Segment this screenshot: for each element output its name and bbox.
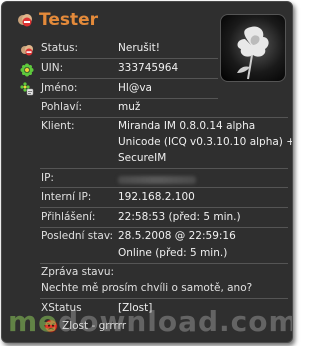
contact-name-title: Tester bbox=[39, 10, 99, 30]
title-bar: Tester bbox=[17, 8, 98, 32]
divider bbox=[40, 207, 288, 208]
login-label: Přihlášení: bbox=[41, 211, 96, 223]
xstatus-value: [Zlost] bbox=[118, 302, 153, 314]
status-label: Status: bbox=[41, 42, 78, 54]
xstatus-detail: Zlost - grrrrr bbox=[62, 320, 127, 332]
uin-label: UIN: bbox=[41, 62, 64, 74]
ip-label: IP: bbox=[41, 172, 54, 184]
contact-icon bbox=[20, 82, 34, 96]
name-value: Hl@va bbox=[118, 82, 152, 94]
divider bbox=[40, 168, 288, 169]
avatar bbox=[220, 14, 286, 82]
status-message-text: Nechte mě prosím chvíli o samotě, ano? bbox=[41, 282, 253, 294]
angry-face-icon bbox=[44, 319, 58, 333]
divider bbox=[40, 58, 218, 59]
tooltip-panel: Tester Status: Nerušit! UIN: 333745964 J… bbox=[1, 1, 293, 343]
ip-redacted bbox=[118, 176, 196, 184]
gender-value: muž bbox=[118, 101, 141, 113]
status-message-label: Zpráva stavu: bbox=[41, 266, 115, 278]
last-status-state: Online (před: 5 min.) bbox=[118, 247, 228, 259]
icq-flower-icon bbox=[20, 63, 34, 77]
uin-value: 333745964 bbox=[118, 62, 179, 74]
divider bbox=[40, 298, 288, 299]
internal-ip-value: 192.168.2.100 bbox=[118, 191, 195, 203]
client-label: Klient: bbox=[41, 120, 75, 132]
status-dnd-icon bbox=[18, 14, 32, 27]
internal-ip-label: Interní IP: bbox=[41, 191, 92, 203]
login-value: 22:58:53 (před: 5 min.) bbox=[118, 211, 241, 223]
last-status-date: 28.5.2008 @ 22:59:16 bbox=[118, 230, 236, 242]
divider bbox=[40, 227, 288, 228]
status-value: Nerušit! bbox=[118, 42, 160, 54]
last-status-label: Poslední stav: bbox=[41, 230, 114, 242]
divider bbox=[40, 263, 288, 264]
status-dnd-small-icon bbox=[21, 45, 33, 56]
divider bbox=[40, 98, 218, 99]
name-label: Jméno: bbox=[41, 82, 78, 94]
divider bbox=[40, 187, 288, 188]
gender-label: Pohlaví: bbox=[41, 101, 83, 113]
client-line-1: Miranda IM 0.8.0.14 alpha bbox=[118, 120, 256, 132]
divider bbox=[40, 117, 288, 118]
client-line-2: Unicode (ICQ v0.3.10.10 alpha) + bbox=[118, 136, 293, 148]
client-line-3: SecureIM bbox=[118, 152, 167, 164]
divider bbox=[40, 78, 218, 79]
xstatus-label: XStatus bbox=[41, 302, 82, 314]
